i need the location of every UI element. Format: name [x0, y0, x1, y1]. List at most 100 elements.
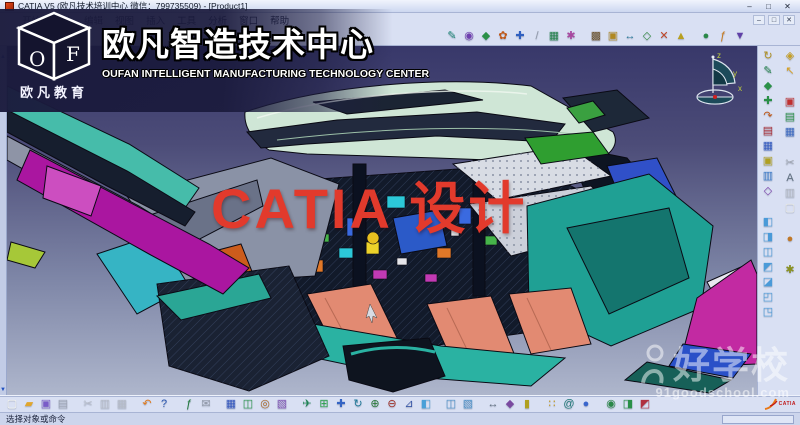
mdi-restore-button[interactable]: □	[768, 15, 780, 25]
bom-table-icon[interactable]: ▦	[760, 139, 777, 153]
front-view-icon[interactable]: ◧	[760, 215, 777, 229]
menu-analyze[interactable]: 分析	[202, 13, 233, 27]
constraints-icon[interactable]: ◇	[639, 29, 655, 44]
iso-view-cube-icon[interactable]: ◧	[418, 397, 434, 412]
comment-icon[interactable]: ✉	[198, 397, 214, 412]
close-button[interactable]: ✕	[780, 1, 795, 12]
3d-viewport[interactable]: z y x CATIA 设计	[7, 46, 757, 395]
paste-component-icon[interactable]: ▣	[760, 154, 777, 168]
maximize-button[interactable]: □	[761, 1, 776, 12]
groove-icon[interactable]: ✱	[563, 29, 579, 44]
apply-material-icon[interactable]: ◆	[502, 397, 518, 412]
scroll-down-icon[interactable]: ▼	[0, 387, 6, 393]
clipboard-icon[interactable]: ▥	[782, 186, 799, 200]
menu-file[interactable]: 文件	[47, 13, 78, 27]
render-style-icon[interactable]: @	[561, 397, 577, 412]
rules-icon[interactable]: ▼	[732, 29, 748, 44]
mdi-minimize-button[interactable]: –	[753, 15, 765, 25]
menu-view[interactable]: 视图	[109, 13, 140, 27]
minimize-button[interactable]: –	[742, 1, 757, 12]
scale-icon[interactable]: ✕	[656, 29, 672, 44]
menu-edit[interactable]: 编辑	[78, 13, 109, 27]
formula-icon[interactable]: ƒ	[715, 29, 731, 44]
existing-component-icon[interactable]: ▤	[782, 110, 799, 124]
print-icon[interactable]: ▤	[55, 397, 71, 412]
formula-fx-icon[interactable]: ƒ	[181, 397, 197, 412]
normal-view-icon[interactable]: ⊿	[401, 397, 417, 412]
bottom-view-icon[interactable]: ◰	[760, 290, 777, 304]
save-icon[interactable]: ▣	[38, 397, 54, 412]
layer-filter-green-icon[interactable]: ◨	[620, 397, 636, 412]
search-objects-icon[interactable]: ◎	[257, 397, 273, 412]
layer-filter-red-icon[interactable]: ◩	[637, 397, 653, 412]
pan-icon[interactable]: ✚	[333, 397, 349, 412]
sketcher-icon[interactable]: ✎	[760, 64, 777, 78]
part-icon[interactable]: ◆	[760, 79, 777, 93]
menu-help[interactable]: 帮助	[264, 13, 295, 27]
analysis-icon[interactable]: ▩	[588, 29, 604, 44]
zoom-in-icon[interactable]: ⊕	[367, 397, 383, 412]
new-document-icon[interactable]: ▢	[4, 397, 20, 412]
grid-icon[interactable]: ∷	[544, 397, 560, 412]
shading-sphere-icon[interactable]: ●	[578, 397, 594, 412]
fly-mode-icon[interactable]: ✈	[299, 397, 315, 412]
pad-icon[interactable]: ▦	[546, 29, 562, 44]
replace-component-icon[interactable]: ↷	[760, 109, 777, 123]
cut-icon[interactable]: ✂	[80, 397, 96, 412]
fastener-icon[interactable]: ▣	[782, 95, 799, 109]
menu-window[interactable]: 窗口	[233, 13, 264, 27]
menu-start[interactable]: 开始	[16, 13, 47, 27]
lock-icon[interactable]: ▮	[519, 397, 535, 412]
measure-icon[interactable]: ↔	[485, 397, 501, 412]
constraint-icon[interactable]: ◇	[760, 184, 777, 198]
car-body-model[interactable]	[7, 46, 757, 395]
product-structure-icon[interactable]: ◫	[240, 397, 256, 412]
open-folder-icon[interactable]: ▰	[21, 397, 37, 412]
surface-icon[interactable]: ◆	[478, 29, 494, 44]
symmetry-icon[interactable]: ▲	[673, 29, 689, 44]
trim-icon[interactable]: ✂	[782, 156, 799, 170]
left-toolbar-strip[interactable]: ▲ ▼	[0, 46, 7, 395]
menu-insert[interactable]: 插入	[140, 13, 171, 27]
design-table-icon[interactable]: ▦	[223, 397, 239, 412]
catalog-icon[interactable]: ▣	[605, 29, 621, 44]
manikin-icon[interactable]: ●	[782, 232, 799, 246]
exchange-view-icon[interactable]: ▧	[274, 397, 290, 412]
left-view-icon[interactable]: ◫	[760, 245, 777, 259]
3d-compass[interactable]: z y x	[683, 49, 747, 109]
world-scale-icon[interactable]: ◉	[603, 397, 619, 412]
zoom-out-icon[interactable]: ⊖	[384, 397, 400, 412]
select-arrow-icon[interactable]: ↖	[782, 64, 799, 78]
measure-between-icon[interactable]: ↔	[622, 29, 638, 44]
mdi-close-button[interactable]: ✕	[783, 15, 795, 25]
snap-icon[interactable]: ✱	[782, 263, 799, 277]
boolean-icon[interactable]: ✚	[512, 29, 528, 44]
paste-icon[interactable]: ▦	[114, 397, 130, 412]
quick-view-icon[interactable]: ▧	[460, 397, 476, 412]
split-icon[interactable]: /	[529, 29, 545, 44]
help-icon[interactable]: ?	[156, 397, 172, 412]
wireframe-icon[interactable]: ◉	[461, 29, 477, 44]
back-view-icon[interactable]: ◨	[760, 230, 777, 244]
product-icon[interactable]: ▤	[760, 124, 777, 138]
rotate-icon[interactable]: ↻	[350, 397, 366, 412]
status-input-field[interactable]	[722, 415, 794, 424]
iso-view-icon[interactable]: ◳	[760, 305, 777, 319]
new-part-icon[interactable]: ✚	[760, 94, 777, 108]
update-icon[interactable]: ↻	[760, 49, 777, 63]
top-view-icon[interactable]: ◪	[760, 275, 777, 289]
text-abc-icon[interactable]: A	[782, 171, 799, 185]
right-view-icon[interactable]: ◩	[760, 260, 777, 274]
undo-icon[interactable]: ↶	[139, 397, 155, 412]
sketch-tools-icon[interactable]: ✎	[444, 29, 460, 44]
copy-icon[interactable]: ▥	[97, 397, 113, 412]
sweep-icon[interactable]: ✿	[495, 29, 511, 44]
knowledge-icon[interactable]: ●	[698, 29, 714, 44]
annotation-icon[interactable]: ▥	[760, 169, 777, 183]
fit-all-in-icon[interactable]: ⊞	[316, 397, 332, 412]
menu-tools[interactable]: 工具	[171, 13, 202, 27]
blank-sheet-icon[interactable]: ▢	[782, 201, 799, 215]
scroll-up-icon[interactable]: ▲	[0, 54, 6, 60]
named-views-icon[interactable]: ◫	[443, 397, 459, 412]
structure-table-icon[interactable]: ▦	[782, 125, 799, 139]
